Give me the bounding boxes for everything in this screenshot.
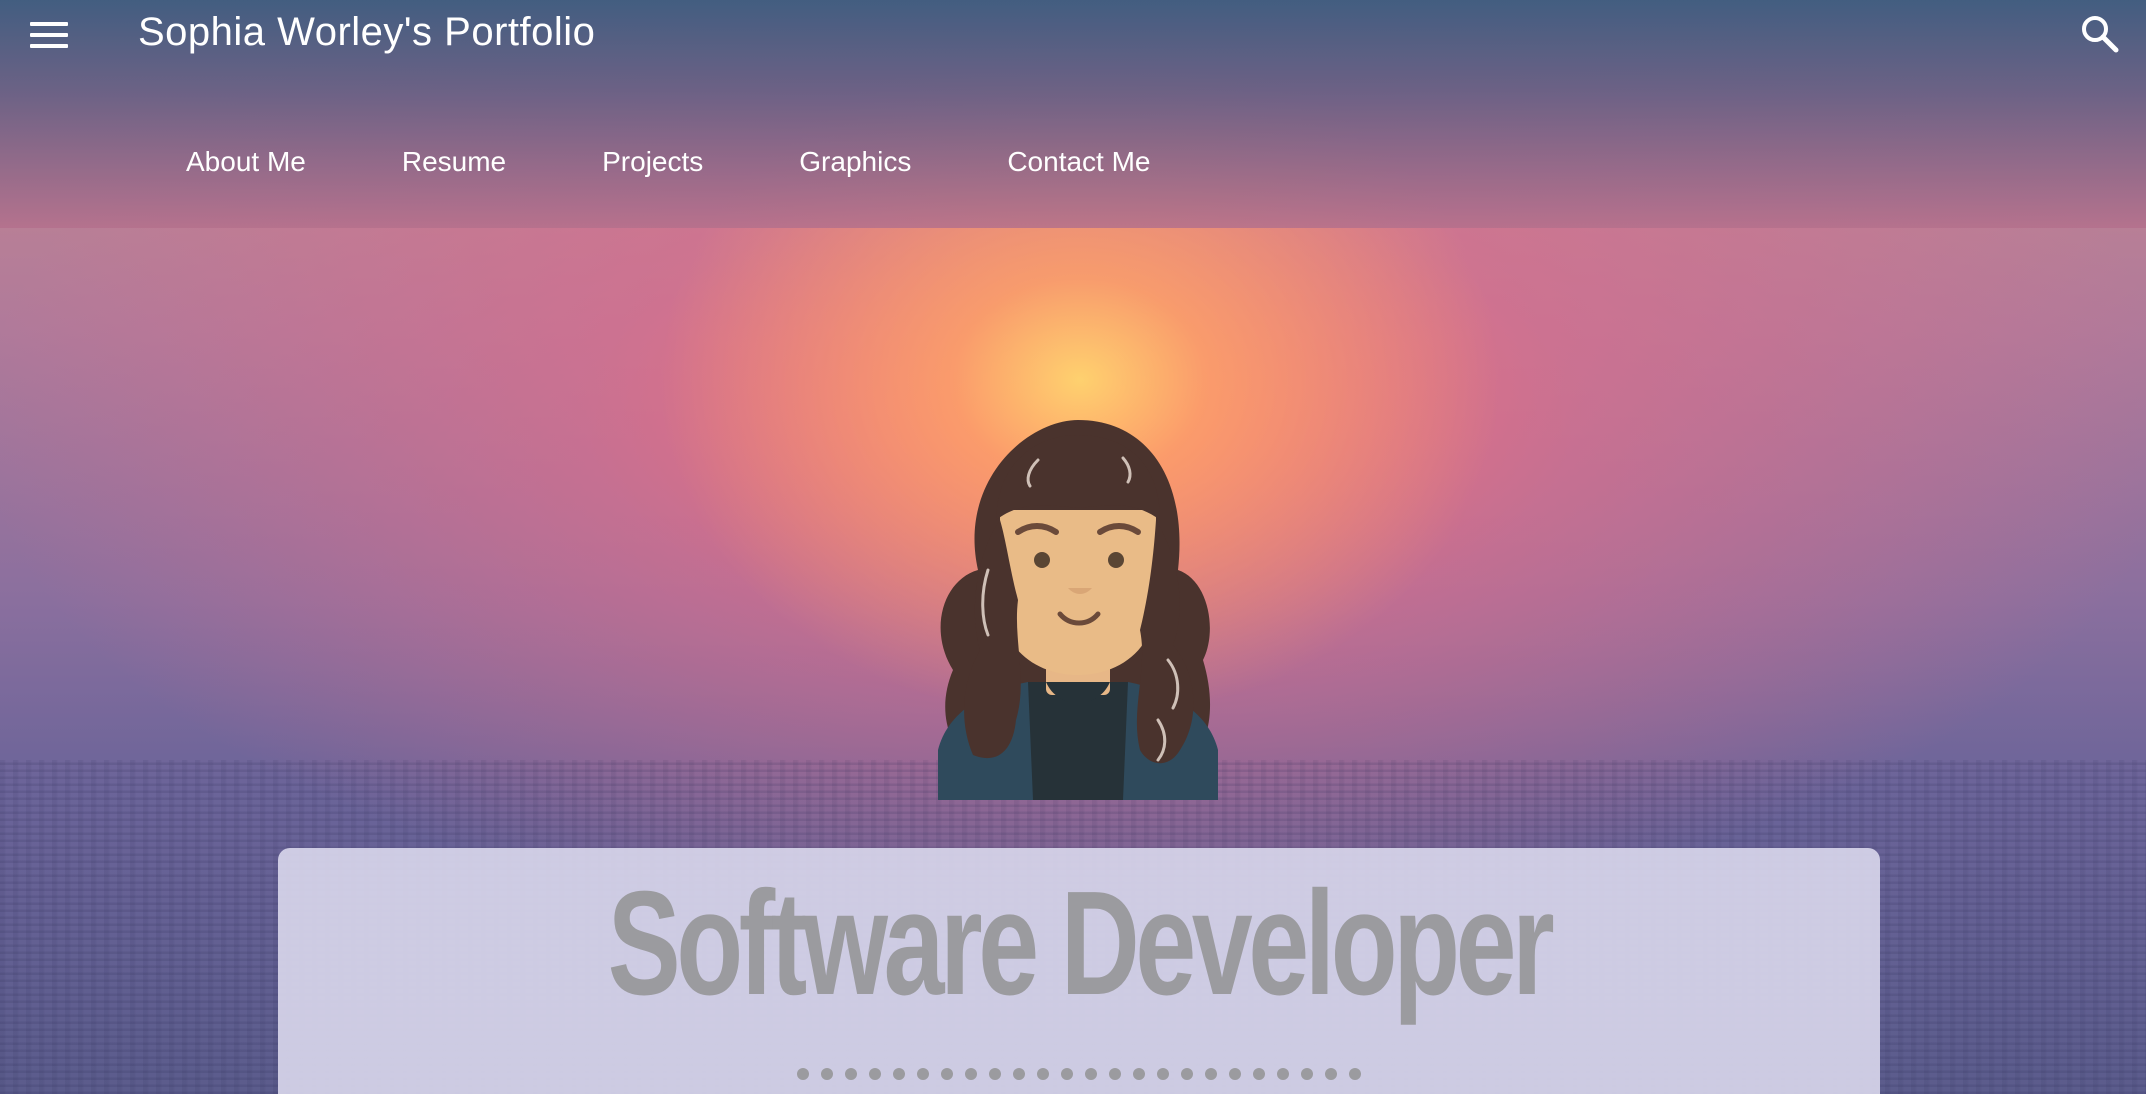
tab-resume[interactable]: Resume [368,140,540,184]
tab-graphics[interactable]: Graphics [765,140,945,184]
search-icon[interactable] [2078,12,2122,56]
tab-contact-me[interactable]: Contact Me [973,140,1184,184]
avatar [918,420,1238,800]
app-bar: Sophia Worley's Portfolio About Me Resum… [0,0,2146,228]
hero-card: Software Developer [278,848,1880,1094]
card-title: Software Developer [607,861,1555,1026]
tab-projects[interactable]: Projects [568,140,737,184]
portfolio-page: Sophia Worley's Portfolio About Me Resum… [0,0,2146,1094]
site-title[interactable]: Sophia Worley's Portfolio [138,10,595,55]
dotted-divider [278,1068,1880,1080]
tab-about-me[interactable]: About Me [152,140,340,184]
hamburger-menu-icon[interactable] [30,22,68,50]
nav-tabs: About Me Resume Projects Graphics Contac… [152,140,1213,184]
